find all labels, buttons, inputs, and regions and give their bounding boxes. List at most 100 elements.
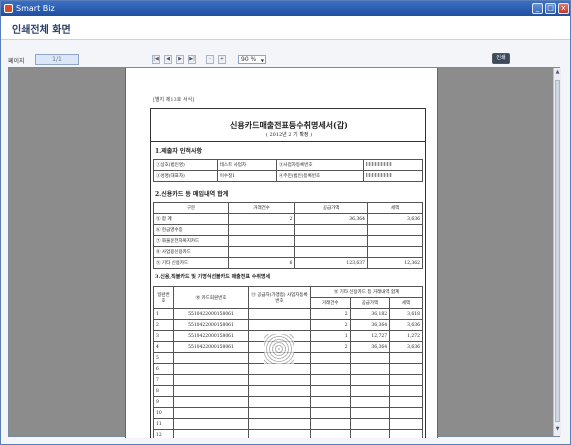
- table-cell: [389, 385, 423, 397]
- table-cell: 3,636: [367, 213, 423, 225]
- scroll-thumb[interactable]: [555, 80, 560, 422]
- table-cell: [389, 418, 423, 430]
- table-cell: [294, 224, 368, 236]
- close-button[interactable]: x: [558, 3, 569, 14]
- document-page: [별지 제13호 서식] 신용카드매출전표등수취명세서(갑) ( 2012년 2…: [125, 68, 438, 438]
- vertical-scrollbar[interactable]: ▲ ▼: [553, 68, 561, 436]
- table-cell: [227, 224, 296, 236]
- zoom-in-button[interactable]: +: [218, 55, 226, 64]
- table-cell: [389, 352, 423, 364]
- viewer-toolbar: 페이지 1/1 |◀ ◀ ▶ ▶| - + 90 % ▼ 인쇄: [8, 53, 563, 68]
- table-cell: [349, 407, 391, 419]
- table-cell: ③성명(대표자): [153, 170, 218, 182]
- table-cell: [248, 385, 311, 397]
- minimize-button[interactable]: _: [532, 3, 543, 14]
- zoom-select[interactable]: 90 % ▼: [238, 55, 266, 64]
- column-header: 세액: [367, 202, 423, 214]
- table-cell: [310, 352, 351, 364]
- table-cell: 12: [153, 429, 174, 438]
- table-cell: 123,637: [294, 257, 368, 269]
- table-cell: [294, 246, 368, 258]
- table-cell: [248, 396, 311, 408]
- table-cell: [310, 429, 351, 438]
- table-cell: [363, 159, 423, 171]
- table-cell: [173, 418, 249, 430]
- table-cell: [173, 363, 249, 375]
- document-viewer[interactable]: [별지 제13호 서식] 신용카드매출전표등수취명세서(갑) ( 2012년 2…: [8, 67, 561, 438]
- table-cell: 6: [153, 363, 174, 375]
- prev-page-button[interactable]: ◀: [164, 55, 172, 64]
- table-cell: 테스트 사업자: [216, 159, 277, 171]
- scroll-down-icon[interactable]: ▼: [554, 426, 561, 435]
- table-cell: 11: [153, 418, 174, 430]
- page-input[interactable]: 1/1: [35, 54, 79, 65]
- table-cell: 5: [153, 352, 174, 364]
- document-subtitle: ( 2012년 2 기 확정 ): [265, 132, 313, 138]
- table-cell: 2: [310, 341, 351, 353]
- table-cell: 2: [310, 308, 351, 320]
- table-cell: 36,182: [349, 308, 391, 320]
- table-cell: [227, 235, 296, 247]
- table-cell: [227, 246, 296, 258]
- next-page-button[interactable]: ▶: [176, 55, 184, 64]
- table-cell: 이수정1: [216, 170, 277, 182]
- table-cell: [349, 374, 391, 386]
- table-row: 6: [153, 363, 423, 375]
- table-cell: [367, 224, 423, 236]
- table-row: ③성명(대표자) 이수정1 ④주민(법인)등록번호: [153, 170, 423, 182]
- page-label: 페이지: [8, 58, 25, 65]
- table-cell: 2: [310, 319, 351, 331]
- table-cell: 36,364: [349, 319, 391, 331]
- table-cell: [389, 363, 423, 375]
- chevron-down-icon: ▼: [260, 58, 264, 63]
- last-page-button[interactable]: ▶|: [188, 55, 196, 64]
- masked-value: [366, 162, 393, 167]
- scroll-up-icon[interactable]: ▲: [554, 69, 561, 78]
- table-cell: [349, 418, 391, 430]
- table-cell: ②사업자등록번호: [275, 159, 365, 171]
- table-cell: 5510422000158061: [173, 330, 249, 342]
- column-header: 거래건수: [227, 202, 296, 214]
- first-page-button[interactable]: |◀: [152, 55, 160, 64]
- table-cell: 36,364: [294, 213, 368, 225]
- table-cell: 3,636: [389, 341, 423, 353]
- page-title: 인쇄전체 화면: [12, 25, 71, 36]
- masked-value: [366, 173, 393, 178]
- table-cell: [248, 319, 311, 331]
- table-row: 11: [153, 418, 423, 430]
- column-header: 공급가액: [294, 202, 368, 214]
- table-cell: [294, 235, 368, 247]
- table-cell: [310, 407, 351, 419]
- print-button[interactable]: 인쇄: [492, 53, 510, 64]
- table-cell: 3,636: [389, 319, 423, 331]
- table-cell: ⑧ 사업용신용카드: [153, 246, 229, 258]
- page-header: 인쇄전체 화면: [1, 16, 570, 40]
- column-header: 거래건수: [310, 297, 351, 309]
- table-row: 일련번호 ⑩ 카드회원번호 ⑪ 공급자(가맹점) 사업자등록번호 ⑫ 기타 신용…: [153, 286, 423, 309]
- table-cell: 5510422000158061: [173, 308, 249, 320]
- table-cell: 6: [227, 257, 296, 269]
- section-2-title: 2.신용카드 등 매입내역 합계: [155, 191, 229, 198]
- column-header: 일련번호: [153, 286, 174, 309]
- app-icon: [4, 4, 13, 13]
- maximize-button[interactable]: □: [545, 3, 556, 14]
- document-title: 신용카드매출전표등수취명세서(갑): [230, 120, 348, 130]
- table-cell: 36,364: [349, 341, 391, 353]
- table-cell: 1: [153, 308, 174, 320]
- table-cell: 3: [153, 330, 174, 342]
- table-row: ⑧ 사업용신용카드: [153, 246, 423, 258]
- table-cell: [367, 235, 423, 247]
- table-cell: [349, 352, 391, 364]
- table-cell: [173, 407, 249, 419]
- title-bar: Smart Biz _ □ x: [1, 1, 570, 16]
- table-row: 2 5510422000158061 2 36,364 3,636: [153, 319, 423, 331]
- table-row: 8: [153, 385, 423, 397]
- table-cell: [389, 407, 423, 419]
- zoom-out-button[interactable]: -: [206, 55, 214, 64]
- table-cell: [173, 396, 249, 408]
- table-cell: 2: [153, 319, 174, 331]
- table-cell: [310, 374, 351, 386]
- table-cell: [310, 363, 351, 375]
- table-cell: 12,727: [349, 330, 391, 342]
- table-cell: 2: [227, 213, 296, 225]
